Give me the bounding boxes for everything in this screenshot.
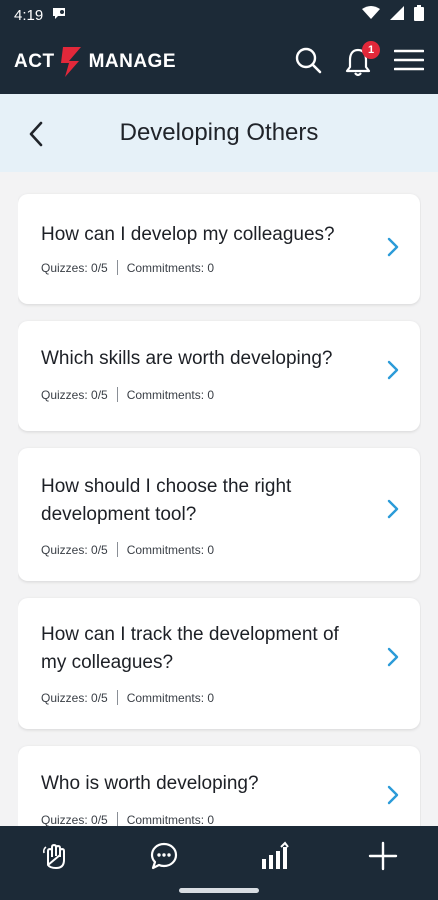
page-title: Developing Others (119, 119, 319, 146)
nav-item-add[interactable] (329, 826, 438, 886)
quizzes-count: Quizzes: 0/5 (41, 690, 108, 705)
commitments-count: Commitments: 0 (126, 542, 215, 557)
status-time: 4:19 (14, 6, 44, 24)
sub-header: Developing Others (0, 94, 438, 172)
quizzes-count: Quizzes: 0/5 (41, 812, 108, 827)
quizzes-count: Quizzes: 0/5 (41, 260, 108, 275)
topic-meta: Quizzes: 0/5 Commitments: 0 (41, 690, 214, 705)
topic-title: How can I track the development of my co… (41, 624, 339, 673)
topic-card[interactable]: How can I track the development of my co… (18, 598, 420, 729)
wifi-icon (362, 6, 380, 24)
chevron-right-icon (387, 499, 399, 519)
divider (116, 387, 118, 402)
chevron-right-icon (387, 237, 399, 257)
status-bar: 4:19 (0, 0, 438, 30)
topic-card[interactable]: How can I develop my colleagues? Quizzes… (18, 194, 420, 304)
quizzes-count: Quizzes: 0/5 (41, 387, 108, 402)
topic-card[interactable]: Which skills are worth developing? Quizz… (18, 321, 420, 431)
topic-meta: Quizzes: 0/5 Commitments: 0 (41, 260, 214, 275)
app-bar: ACT MANAGE 1 (0, 30, 438, 94)
nav-item-chat[interactable] (110, 826, 220, 886)
commitments-count: Commitments: 0 (126, 812, 215, 827)
signal-icon (390, 6, 404, 24)
chevron-right-icon (387, 647, 399, 667)
logo-mark-icon (60, 47, 81, 77)
divider (116, 260, 118, 275)
notifications-button[interactable]: 1 (344, 41, 380, 77)
chevron-right-icon (387, 785, 399, 805)
topic-meta: Quizzes: 0/5 Commitments: 0 (41, 387, 214, 402)
topic-card[interactable]: How should I choose the right developmen… (18, 448, 420, 581)
chevron-right-icon (387, 360, 399, 380)
topic-title: Who is worth developing? (41, 773, 259, 794)
commitments-count: Commitments: 0 (126, 387, 215, 402)
nav-item-stats[interactable] (219, 826, 329, 886)
commitments-count: Commitments: 0 (126, 260, 215, 275)
chat-icon (151, 842, 178, 870)
topic-meta: Quizzes: 0/5 Commitments: 0 (41, 542, 214, 557)
topic-title: How can I develop my colleagues? (41, 224, 335, 245)
divider (116, 812, 118, 826)
logo: ACT MANAGE (14, 45, 176, 79)
back-button[interactable] (20, 118, 52, 150)
commitments-count: Commitments: 0 (126, 690, 215, 705)
notification-status-icon (51, 6, 67, 24)
quizzes-count: Quizzes: 0/5 (41, 542, 108, 557)
topic-title: How should I choose the right developmen… (41, 476, 292, 525)
plus-icon (369, 841, 398, 871)
topic-list: How can I develop my colleagues? Quizzes… (18, 172, 421, 826)
divider (116, 542, 118, 557)
chevron-left-icon (29, 121, 43, 147)
logo-text-left: ACT (14, 51, 55, 72)
topic-meta: Quizzes: 0/5 Commitments: 0 (41, 812, 214, 826)
stats-icon (261, 841, 289, 869)
menu-icon[interactable] (393, 48, 425, 77)
topic-title: Which skills are worth developing? (41, 348, 333, 369)
topic-card[interactable]: Who is worth developing? Quizzes: 0/5 Co… (18, 746, 420, 826)
logo-text-right: MANAGE (88, 51, 177, 72)
notification-badge: 1 (362, 41, 380, 59)
search-icon[interactable] (294, 46, 322, 79)
home-indicator[interactable] (179, 888, 259, 893)
nav-item-home[interactable] (0, 826, 110, 886)
hand-icon (42, 844, 65, 869)
battery-icon (414, 5, 424, 25)
divider (116, 690, 118, 705)
